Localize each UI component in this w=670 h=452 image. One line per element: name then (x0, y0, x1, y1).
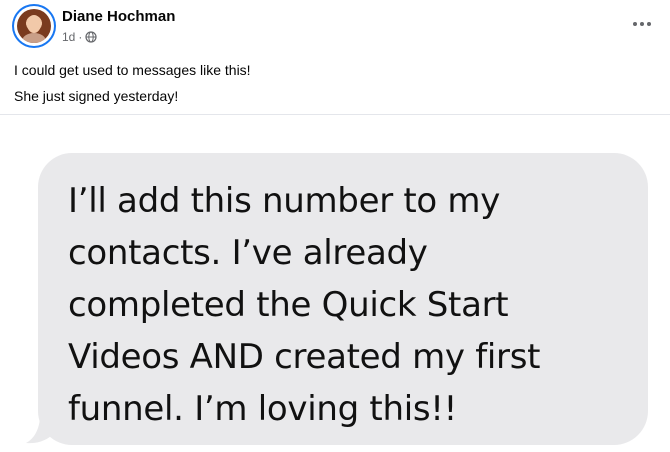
avatar-face (27, 15, 41, 33)
message-text: I’ll add this number to my contacts. I’v… (68, 175, 638, 435)
post-meta: 1d · (62, 30, 97, 44)
more-horizontal-icon (633, 22, 651, 26)
avatar-photo (17, 9, 51, 43)
post-caption: I could get used to messages like this! … (14, 57, 251, 109)
message-line: Videos AND created my first (68, 337, 541, 377)
globe-icon[interactable] (85, 31, 97, 43)
author-avatar[interactable] (14, 6, 54, 46)
meta-separator: · (78, 30, 83, 44)
more-options-button[interactable] (628, 10, 656, 38)
author-name[interactable]: Diane Hochman (62, 8, 175, 25)
post-image[interactable]: I’ll add this number to my contacts. I’v… (0, 115, 670, 452)
caption-line: I could get used to messages like this! (14, 62, 251, 78)
post-header: Diane Hochman 1d · (14, 6, 660, 50)
message-line: contacts. I’ve already (68, 233, 428, 273)
avatar-body (22, 33, 46, 43)
message-line: funnel. I’m loving this!! (68, 389, 457, 429)
caption-line: She just signed yesterday! (14, 88, 179, 104)
post-timestamp[interactable]: 1d (62, 30, 75, 44)
message-line: completed the Quick Start (68, 285, 509, 325)
message-line: I’ll add this number to my (68, 181, 501, 221)
facebook-post: Diane Hochman 1d · I could get used to m… (0, 0, 670, 452)
